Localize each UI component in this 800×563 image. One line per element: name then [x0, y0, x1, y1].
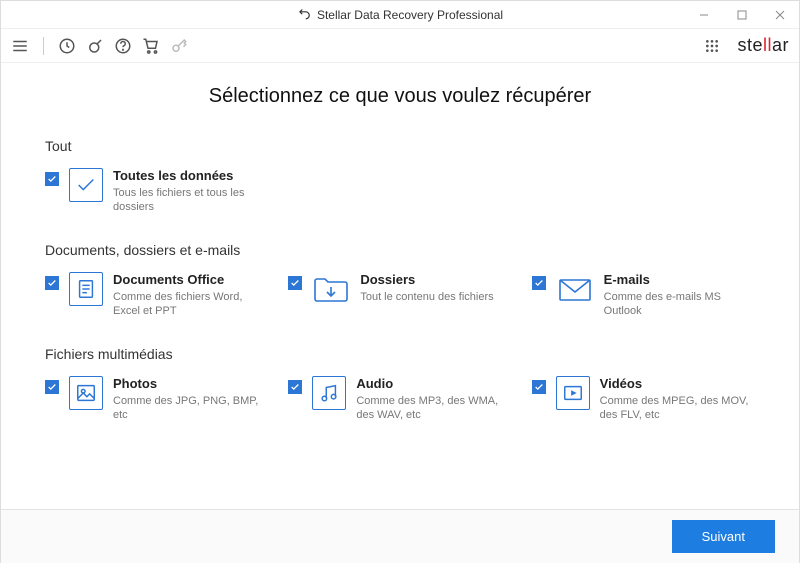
option-label: Toutes les données: [113, 168, 275, 184]
brand-logo: stellar: [737, 35, 789, 56]
page-title: Sélectionnez ce que vous voulez récupére…: [45, 85, 755, 108]
option-desc: Comme des JPG, PNG, BMP, etc: [113, 394, 268, 423]
option-label: Vidéos: [600, 376, 755, 392]
section-media-title: Fichiers multimédias: [45, 346, 755, 362]
checkbox-folders[interactable]: [288, 276, 302, 290]
option-all-data[interactable]: Toutes les données Tous les fichiers et …: [45, 168, 275, 214]
lab-icon[interactable]: [86, 37, 104, 55]
checkbox-all[interactable]: [45, 172, 59, 186]
music-icon: [312, 376, 346, 410]
photo-icon: [69, 376, 103, 410]
option-office[interactable]: Documents Office Comme des fichiers Word…: [45, 272, 268, 318]
mail-icon: [556, 272, 594, 306]
checkbox-audio[interactable]: [288, 380, 302, 394]
back-icon[interactable]: [297, 6, 311, 23]
option-desc: Comme des e-mails MS Outlook: [604, 290, 755, 319]
option-desc: Comme des MP3, des WMA, des WAV, etc: [356, 394, 511, 423]
checkbox-office[interactable]: [45, 276, 59, 290]
window-title: Stellar Data Recovery Professional: [317, 8, 503, 22]
menu-icon[interactable]: [11, 37, 29, 55]
check-icon: [69, 168, 103, 202]
minimize-button[interactable]: [685, 1, 723, 29]
option-photos[interactable]: Photos Comme des JPG, PNG, BMP, etc: [45, 376, 268, 422]
option-label: Documents Office: [113, 272, 268, 288]
maximize-button[interactable]: [723, 1, 761, 29]
section-all-title: Tout: [45, 138, 755, 154]
folder-icon: [312, 272, 350, 306]
separator: [43, 37, 44, 55]
video-icon: [556, 376, 590, 410]
next-button[interactable]: Suivant: [672, 520, 775, 553]
option-desc: Comme des MPEG, des MOV, des FLV, etc: [600, 394, 755, 423]
option-label: E-mails: [604, 272, 755, 288]
history-icon[interactable]: [58, 37, 76, 55]
grid-icon[interactable]: [703, 37, 721, 55]
option-emails[interactable]: E-mails Comme des e-mails MS Outlook: [532, 272, 755, 318]
option-desc: Tout le contenu des fichiers: [360, 290, 511, 304]
option-desc: Comme des fichiers Word, Excel et PPT: [113, 290, 268, 319]
toolbar: stellar: [1, 29, 799, 63]
section-docs-title: Documents, dossiers et e-mails: [45, 242, 755, 258]
option-label: Audio: [356, 376, 511, 392]
option-label: Photos: [113, 376, 268, 392]
document-icon: [69, 272, 103, 306]
checkbox-photos[interactable]: [45, 380, 59, 394]
close-button[interactable]: [761, 1, 799, 29]
help-icon[interactable]: [114, 37, 132, 55]
option-folders[interactable]: Dossiers Tout le contenu des fichiers: [288, 272, 511, 318]
option-videos[interactable]: Vidéos Comme des MPEG, des MOV, des FLV,…: [532, 376, 755, 422]
footer: Suivant: [1, 509, 799, 563]
titlebar: Stellar Data Recovery Professional: [1, 1, 799, 29]
checkbox-videos[interactable]: [532, 380, 546, 394]
option-desc: Tous les fichiers et tous les dossiers: [113, 186, 275, 215]
option-label: Dossiers: [360, 272, 511, 288]
option-audio[interactable]: Audio Comme des MP3, des WMA, des WAV, e…: [288, 376, 511, 422]
key-icon[interactable]: [170, 37, 188, 55]
main-content: Sélectionnez ce que vous voulez récupére…: [1, 63, 799, 509]
cart-icon[interactable]: [142, 37, 160, 55]
checkbox-emails[interactable]: [532, 276, 546, 290]
